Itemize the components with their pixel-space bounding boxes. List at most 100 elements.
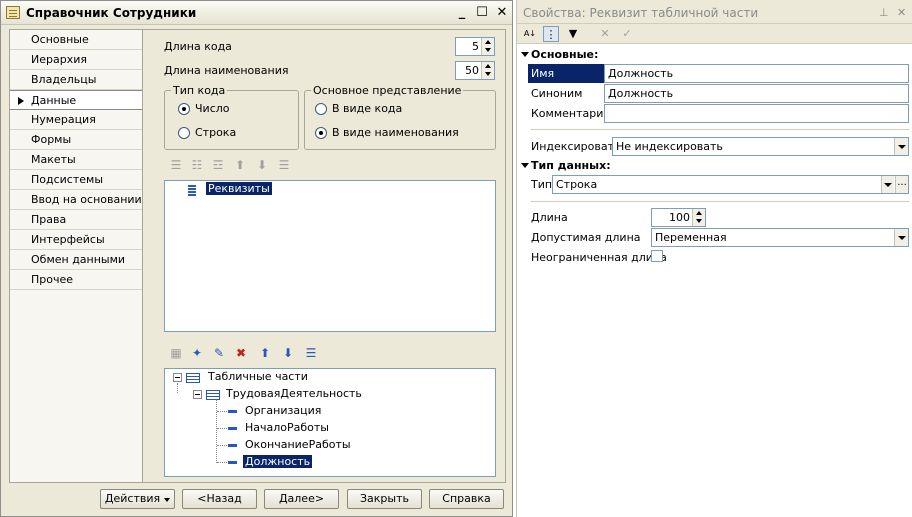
move-up-icon[interactable]: ⬆	[232, 157, 248, 173]
tabular-parts-tree[interactable]: Табличные части ТрудоваяДеятельность Орг…	[164, 368, 496, 477]
minimize-button[interactable]: _	[454, 5, 470, 21]
nav-item-label: Данные	[31, 94, 77, 107]
nav-item-label: Ввод на основании	[31, 193, 142, 206]
tree-line	[177, 383, 178, 393]
window-title: Справочник Сотрудники	[26, 6, 197, 20]
nav-item-subsystems[interactable]: Подсистемы	[10, 170, 142, 190]
code-length-spinner[interactable]: 5	[455, 37, 495, 56]
length-value: 100	[669, 211, 690, 224]
code-length-value: 5	[472, 40, 479, 53]
nav-item-templates[interactable]: Макеты	[10, 150, 142, 170]
nav-item-hierarchy[interactable]: Иерархия	[10, 50, 142, 70]
maximize-button[interactable]: ☐	[474, 5, 490, 21]
code-type-group: Тип кода Число Строка	[164, 84, 299, 150]
name-length-spinner[interactable]: 50	[455, 61, 495, 80]
allowed-length-select[interactable]: Переменная	[651, 228, 909, 247]
actions-label: Действия	[104, 492, 161, 505]
nav-item-label: Обмен данными	[31, 253, 126, 266]
close-button[interactable]: ✕	[494, 5, 510, 21]
properties-panel: Свойства: Реквизит табличной части ⊥ ✕ A…	[516, 0, 912, 517]
tabular-part-node[interactable]: ТрудоваяДеятельность	[226, 387, 362, 400]
collapse-icon[interactable]	[193, 390, 202, 399]
tabular-parts-root-node[interactable]: Табличные части	[208, 370, 308, 383]
nav-item-other[interactable]: Прочее	[10, 270, 142, 290]
type-select[interactable]: Строка ...	[552, 175, 909, 194]
index-label: Индексировать	[531, 140, 621, 153]
code-type-number-radio[interactable]	[178, 103, 190, 115]
unlimited-length-label: Неограниченная длина	[531, 251, 667, 264]
add-tab-attribute-icon[interactable]: ✦	[189, 345, 205, 361]
cancel-icon[interactable]: ✕	[597, 26, 613, 42]
tabular-parts-icon	[186, 373, 200, 383]
nav-item-label: Подсистемы	[31, 173, 104, 186]
nav-item-input-based[interactable]: Ввод на основании	[10, 190, 142, 210]
tab-attribute-node-selected[interactable]: Должность	[243, 455, 313, 468]
attributes-tree[interactable]: Реквизиты	[164, 180, 496, 332]
chevron-down-icon[interactable]	[881, 176, 894, 193]
nav-item-forms[interactable]: Формы	[10, 130, 142, 150]
edit-attribute-icon[interactable]: ☷	[189, 157, 205, 173]
tab-attribute-node[interactable]: ОкончаниеРаботы	[245, 438, 351, 451]
spinner-arrows-icon[interactable]	[481, 62, 494, 79]
edit-tab-attribute-icon[interactable]: ✎	[211, 345, 227, 361]
synonym-field[interactable]: Должность	[604, 84, 909, 103]
apply-icon[interactable]: ✓	[619, 26, 635, 42]
present-by-code-label: В виде кода	[332, 102, 403, 115]
present-by-name-radio[interactable]	[315, 127, 327, 139]
nav-item-numbering[interactable]: Нумерация	[10, 110, 142, 130]
spinner-arrows-icon[interactable]	[692, 209, 705, 226]
nav-item-interfaces[interactable]: Интерфейсы	[10, 230, 142, 250]
section-basic-label: Основные:	[531, 48, 599, 61]
tab-attribute-node[interactable]: НачалоРаботы	[245, 421, 329, 434]
help-button[interactable]: Справка	[429, 489, 504, 509]
spinner-arrows-icon[interactable]	[481, 38, 494, 55]
ellipsis-button[interactable]: ...	[895, 176, 908, 193]
tab-attribute-node[interactable]: Организация	[245, 404, 321, 417]
move-down-icon[interactable]: ⬇	[254, 157, 270, 173]
nav-item-rights[interactable]: Права	[10, 210, 142, 230]
categorize-icon[interactable]: ⋮	[543, 26, 559, 42]
nav-item-label: Макеты	[31, 153, 76, 166]
collapse-section-icon[interactable]	[521, 52, 529, 57]
nav-item-data-exchange[interactable]: Обмен данными	[10, 250, 142, 270]
actions-button[interactable]: Действия	[100, 489, 175, 509]
present-by-code-radio[interactable]	[315, 103, 327, 115]
nav-item-main[interactable]: Основные	[10, 30, 142, 50]
tab-sort-icon[interactable]: ☰	[303, 345, 319, 361]
dropdown-arrow-icon	[164, 498, 170, 502]
collapse-section-icon[interactable]	[521, 163, 529, 168]
back-button[interactable]: <Назад	[182, 489, 257, 509]
attributes-root-node[interactable]: Реквизиты	[206, 182, 272, 195]
sort-icon[interactable]: ☰	[276, 157, 292, 173]
add-attribute-icon[interactable]: ☰	[168, 157, 184, 173]
next-button[interactable]: Далее>	[264, 489, 339, 509]
name-length-label: Длина наименования	[164, 64, 289, 77]
delete-attribute-icon[interactable]: ☲	[210, 157, 226, 173]
unlimited-length-checkbox[interactable]	[651, 250, 663, 262]
nav-item-owners[interactable]: Владельцы	[10, 70, 142, 90]
code-type-string-radio[interactable]	[178, 127, 190, 139]
add-tabular-part-icon[interactable]: ▦	[168, 345, 184, 361]
pin-icon[interactable]: ⊥	[879, 6, 889, 19]
nav-item-label: Прочее	[31, 273, 74, 286]
nav-item-data[interactable]: Данные	[10, 90, 142, 110]
filter-icon[interactable]: ▼	[565, 26, 581, 42]
close-dialog-button[interactable]: Закрыть	[347, 489, 422, 509]
tab-move-up-icon[interactable]: ⬆	[257, 345, 273, 361]
separator	[531, 129, 909, 130]
collapse-icon[interactable]	[173, 373, 182, 382]
chevron-down-icon[interactable]	[894, 229, 908, 246]
name-field[interactable]: Должность	[604, 64, 909, 83]
delete-tab-attribute-icon[interactable]: ✖	[233, 345, 249, 361]
attribute-icon	[228, 461, 237, 464]
tabular-part-icon	[206, 390, 220, 400]
present-by-name-label: В виде наименования	[332, 126, 459, 139]
chevron-down-icon[interactable]	[894, 138, 908, 155]
name-length-value: 50	[465, 64, 479, 77]
sort-alpha-icon[interactable]: A↓	[522, 26, 538, 42]
tab-move-down-icon[interactable]: ⬇	[280, 345, 296, 361]
properties-close-icon[interactable]: ✕	[897, 6, 906, 19]
comment-field[interactable]	[604, 104, 909, 123]
length-spinner[interactable]: 100	[651, 208, 706, 227]
index-select[interactable]: Не индексировать	[612, 137, 909, 156]
